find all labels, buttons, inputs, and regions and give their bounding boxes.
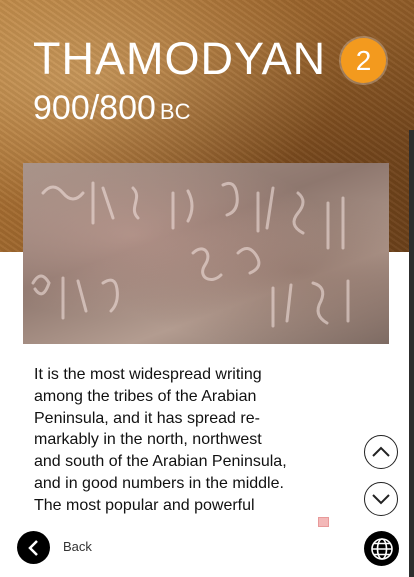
chevron-up-icon xyxy=(372,446,390,457)
date-years: 900/800 xyxy=(33,89,156,127)
globe-icon xyxy=(370,537,393,560)
page-title: THAMODYAN xyxy=(33,33,327,84)
chevron-down-icon xyxy=(372,494,390,505)
chevron-left-icon xyxy=(27,539,38,556)
right-edge-divider xyxy=(409,130,414,577)
scroll-up-button[interactable] xyxy=(364,435,398,469)
chapter-badge: 2 xyxy=(341,38,386,83)
back-label[interactable]: Back xyxy=(63,539,92,554)
description-text: It is the most widespread writing among … xyxy=(34,366,287,514)
language-button[interactable] xyxy=(364,531,399,566)
date-heading: 900/800 BC xyxy=(33,88,190,132)
page-marker xyxy=(318,517,329,527)
date-era: BC xyxy=(159,99,191,124)
inscription-carving-icon xyxy=(31,181,350,328)
back-button[interactable] xyxy=(17,531,50,564)
inscription-photo xyxy=(23,163,389,344)
scroll-down-button[interactable] xyxy=(364,482,398,516)
